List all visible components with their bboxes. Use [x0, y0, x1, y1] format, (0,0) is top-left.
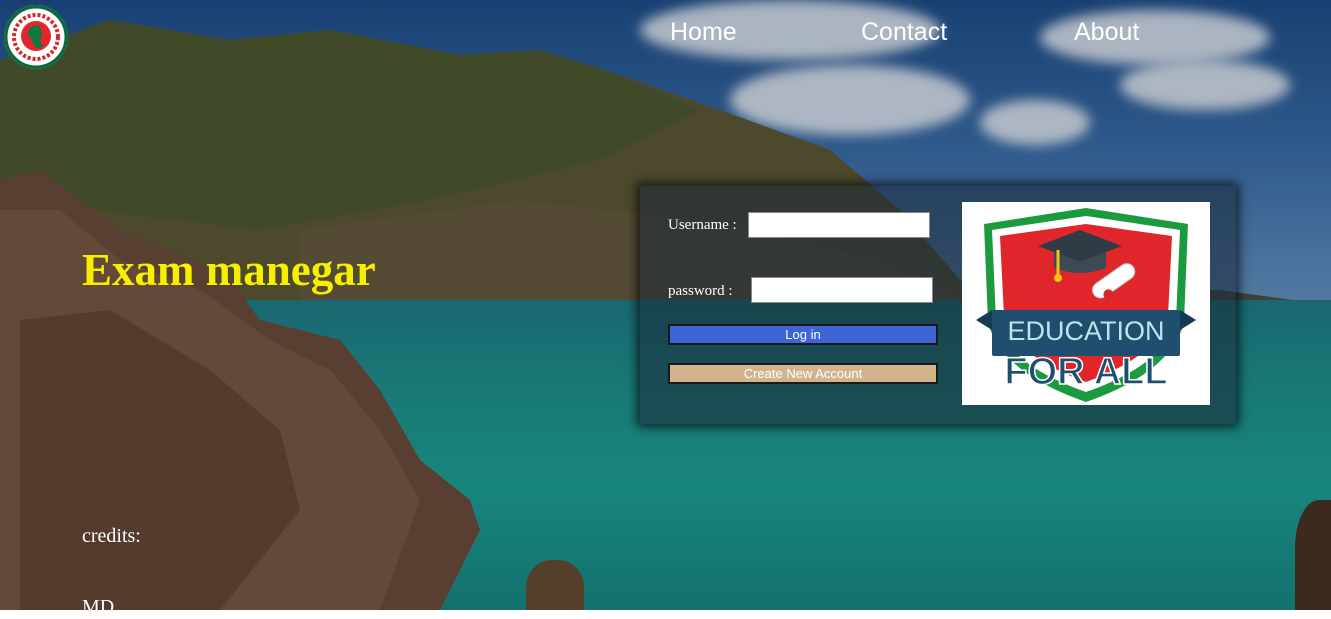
badge-line2: FOR ALL — [1004, 351, 1167, 393]
badge-line1: EDUCATION — [1007, 316, 1164, 346]
password-label: password : — [668, 283, 733, 299]
username-input[interactable] — [748, 212, 930, 238]
create-account-button[interactable]: Create New Account — [668, 363, 938, 384]
education-badge-graphic: EDUCATION FOR ALL — [976, 208, 1196, 402]
credits-author: MD — [82, 596, 115, 618]
credits-label: credits: — [82, 525, 141, 547]
password-input[interactable] — [751, 277, 933, 303]
education-for-all-badge: EDUCATION FOR ALL — [962, 202, 1210, 405]
nav-home-link[interactable]: Home — [670, 16, 737, 48]
login-button[interactable]: Log in — [668, 324, 938, 345]
username-label: Username : — [668, 217, 737, 233]
page-title: Exam manegar — [82, 245, 376, 295]
main-nav: Home Contact About — [0, 16, 1331, 52]
login-panel: Username : password : Log in Create New … — [640, 186, 1236, 424]
nav-contact-link[interactable]: Contact — [861, 16, 947, 48]
nav-about-link[interactable]: About — [1074, 16, 1139, 48]
